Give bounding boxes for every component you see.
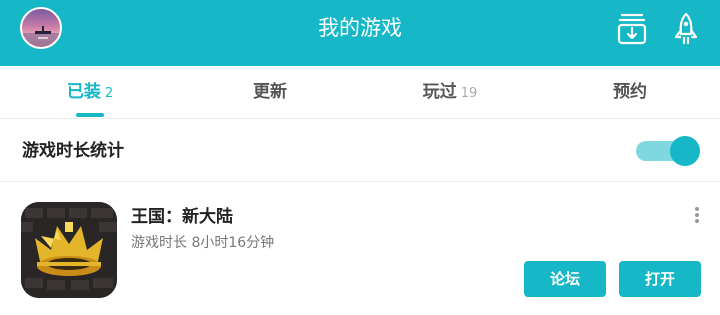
playtime-stats-toggle[interactable] [636, 136, 700, 166]
open-button[interactable]: 打开 [619, 261, 701, 297]
tab-label: 更新 [253, 82, 287, 102]
kingdom-crown-icon[interactable] [21, 202, 117, 298]
tab-installed[interactable]: 已装 2 [0, 66, 180, 119]
game-name: 王国：新大陆 [131, 207, 233, 227]
tab-updates[interactable]: 更新 [180, 66, 360, 119]
more-options-icon[interactable] [690, 205, 704, 225]
tab-reserved[interactable]: 预约 [540, 66, 720, 119]
forum-button[interactable]: 论坛 [524, 261, 606, 297]
playtime-stats-label: 游戏时长统计 [22, 141, 124, 161]
rocket-icon[interactable] [670, 12, 702, 46]
tab-count: 19 [460, 86, 478, 101]
tab-label: 玩过 19 [422, 82, 478, 102]
toggle-knob [670, 136, 700, 166]
tab-count: 2 [104, 86, 114, 101]
tab-bar: 已装 2 更新 玩过 19 预约 [0, 66, 720, 119]
app-header: 我的游戏 [0, 0, 720, 66]
playtime-stats-row: 游戏时长统计 [0, 120, 720, 182]
tab-played[interactable]: 玩过 19 [360, 66, 540, 119]
game-playtime: 游戏时长 8小时16分钟 [131, 235, 275, 251]
tab-label: 已装 2 [66, 82, 114, 102]
game-list-item: 王国：新大陆 游戏时长 8小时16分钟 论坛 打开 [0, 183, 720, 315]
active-tab-indicator [76, 113, 104, 117]
tab-label: 预约 [613, 82, 647, 102]
download-manager-icon[interactable] [616, 12, 648, 46]
page-title: 我的游戏 [318, 16, 402, 40]
